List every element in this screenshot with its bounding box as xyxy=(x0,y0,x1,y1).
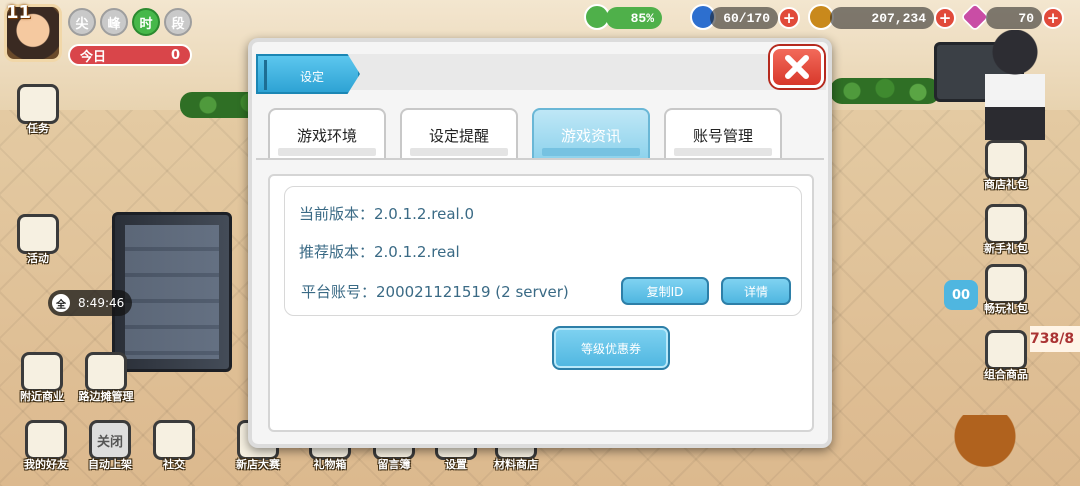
dialog-title-tag: 设定 xyxy=(256,54,360,94)
drink-fridge[interactable] xyxy=(112,212,232,372)
close-button[interactable] xyxy=(770,46,824,88)
satisfaction-percent: 85% xyxy=(606,7,662,29)
peak-time-indicator: 尖 峰 时 段 xyxy=(68,8,192,36)
customer-character[interactable] xyxy=(985,30,1045,140)
today-value: 0 xyxy=(170,47,180,63)
limited-gift-button[interactable]: 畅玩礼包 xyxy=(980,264,1032,322)
energy-value: 60/170 xyxy=(710,7,778,29)
tab-game-environment[interactable]: 游戏环境 xyxy=(268,108,386,160)
gift-box-label: 礼物箱 xyxy=(313,458,347,471)
settings-dialog: 设定 游戏环境 设定提醒 游戏资讯 账号管理 当前版本：2.0.1.2.real… xyxy=(248,38,832,448)
platform-account: 平台账号：200021121519 (2 server) xyxy=(301,283,569,301)
friends-icon xyxy=(25,420,67,460)
neighbor-shop-label: 附近商业 xyxy=(20,390,64,403)
today-label: 今日 xyxy=(80,49,107,65)
combo-shop-icon xyxy=(985,330,1027,370)
limited-gift-icon xyxy=(985,264,1027,304)
notebook-icon xyxy=(17,214,59,254)
copy-id-button[interactable]: 复制ID xyxy=(621,277,709,305)
peak-slot-4: 段 xyxy=(164,8,192,36)
shopkeeper-character[interactable] xyxy=(945,415,1025,486)
clock-icon: 全 xyxy=(52,294,70,312)
chat-icon xyxy=(153,420,195,460)
task-button[interactable]: 任务 xyxy=(12,84,64,142)
stall-icon xyxy=(85,352,127,392)
store-gift-icon xyxy=(985,140,1027,180)
auto-shelf-label: 自动上架 xyxy=(88,458,132,471)
capacity-counter: 738/8 xyxy=(1030,326,1080,352)
clipboard-icon xyxy=(17,84,59,124)
add-energy-button[interactable]: + xyxy=(778,7,800,29)
social-button[interactable]: 社交 xyxy=(148,420,200,478)
auto-shelf-button[interactable]: 关闭 自动上架 xyxy=(84,420,136,478)
event-label: 活动 xyxy=(27,252,49,265)
version-info-box: 当前版本：2.0.1.2.real.0 推荐版本：2.0.1.2.real 平台… xyxy=(284,186,802,316)
peak-slot-1: 尖 xyxy=(68,8,96,36)
tab-divider xyxy=(256,158,824,160)
counter-badge: 00 xyxy=(944,280,978,310)
peak-slot-3: 时 xyxy=(132,8,160,36)
street-stall-button[interactable]: 路边摊管理 xyxy=(78,352,134,410)
dialog-title-bar: 设定 xyxy=(256,54,826,94)
recommended-version: 推荐版本：2.0.1.2.real xyxy=(299,243,460,261)
tab-account-management[interactable]: 账号管理 xyxy=(664,108,782,160)
task-label: 任务 xyxy=(27,122,49,135)
game-info-panel: 当前版本：2.0.1.2.real.0 推荐版本：2.0.1.2.real 平台… xyxy=(268,174,814,432)
tab-game-info[interactable]: 游戏资讯 xyxy=(532,108,650,160)
dialog-title: 设定 xyxy=(300,70,325,84)
current-version: 当前版本：2.0.1.2.real.0 xyxy=(299,205,474,223)
newbie-gift-label: 新手礼包 xyxy=(984,242,1028,255)
contest-label: 新店大赛 xyxy=(236,458,280,471)
neighbor-shop-button[interactable]: 附近商业 xyxy=(16,352,68,410)
player-level: 11 xyxy=(6,2,32,23)
street-stall-label: 路边摊管理 xyxy=(78,390,134,403)
combo-shop-button[interactable]: 组合商品 xyxy=(980,330,1032,388)
close-icon xyxy=(785,55,809,79)
level-coupon-button[interactable]: 等级优惠券 xyxy=(552,326,670,370)
combo-shop-label: 组合商品 xyxy=(984,368,1028,381)
coin-value: 207,234 xyxy=(830,7,934,29)
add-coins-button[interactable]: + xyxy=(934,7,956,29)
settings-label: 设置 xyxy=(445,458,467,471)
event-button[interactable]: 活动 xyxy=(12,214,64,272)
plant-decoration xyxy=(830,78,940,104)
limited-gift-label: 畅玩礼包 xyxy=(984,302,1028,315)
newbie-gift-button[interactable]: 新手礼包 xyxy=(980,204,1032,262)
material-shop-label: 材料商店 xyxy=(494,458,538,471)
today-counter: 今日 0 xyxy=(68,44,192,66)
store-gift-label: 商店礼包 xyxy=(984,178,1028,191)
my-friends-label: 我的好友 xyxy=(24,458,68,471)
auto-shelf-toggle: 关闭 xyxy=(89,420,131,460)
details-button[interactable]: 详情 xyxy=(721,277,791,305)
gem-value: 70 xyxy=(986,7,1042,29)
store-gift-button[interactable]: 商店礼包 xyxy=(980,140,1032,198)
social-label: 社交 xyxy=(163,458,185,471)
add-gems-button[interactable]: + xyxy=(1042,7,1064,29)
peak-slot-2: 峰 xyxy=(100,8,128,36)
game-clock: 全 8:49:46 xyxy=(48,290,133,316)
guestbook-label: 留言簿 xyxy=(377,458,411,471)
newbie-gift-icon xyxy=(985,204,1027,244)
my-friends-button[interactable]: 我的好友 xyxy=(20,420,72,478)
tab-reminder-settings[interactable]: 设定提醒 xyxy=(400,108,518,160)
clock-time: 8:49:46 xyxy=(78,296,125,310)
person-icon xyxy=(21,352,63,392)
